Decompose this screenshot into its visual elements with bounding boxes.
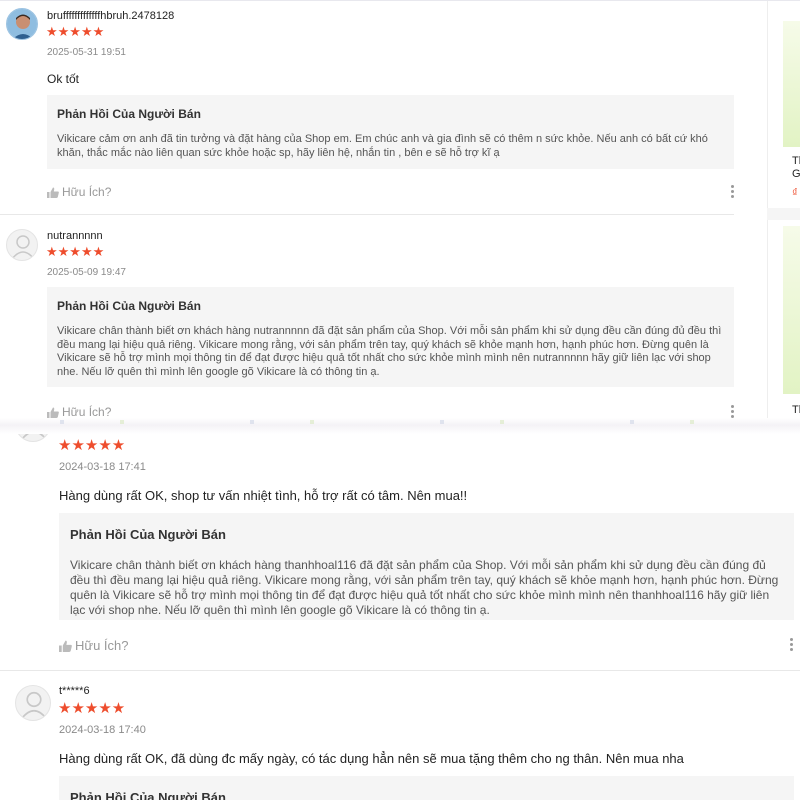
- seller-reply-title: Phản Hồi Của Người Bán: [70, 790, 226, 800]
- sidebar-product-name-line2[interactable]: G: [792, 168, 800, 180]
- review-date: 2024-03-18 17:40: [59, 724, 146, 736]
- helpful-button[interactable]: Hữu Ích?: [47, 405, 111, 419]
- helpful-button[interactable]: Hữu Ích?: [47, 185, 111, 199]
- review-divider: [0, 670, 800, 671]
- review-comment: Ok tốt: [47, 72, 80, 86]
- seller-reply-title: Phản Hồi Của Người Bán: [57, 107, 201, 121]
- thumbs-up-icon: [47, 407, 59, 418]
- seller-reply: Phản Hồi Của Người Bán Vikicare cảm ơn a…: [47, 95, 734, 169]
- seller-reply-text: Vikicare chân thành biết ơn khách hàng t…: [70, 558, 779, 617]
- avatar[interactable]: [15, 685, 51, 721]
- sidebar-product-image[interactable]: [783, 21, 800, 147]
- sidebar-product-image[interactable]: [783, 226, 800, 394]
- review-date: 2025-05-09 19:47: [47, 267, 126, 278]
- default-user-icon: [11, 235, 35, 260]
- sidebar-product-name[interactable]: Th: [792, 404, 800, 416]
- seller-reply: Phản Hồi Của Người Bán: [59, 776, 794, 800]
- star-rating: ★★★★★: [58, 437, 126, 454]
- default-user-icon: [20, 691, 48, 720]
- star-rating: ★★★★★: [46, 244, 105, 259]
- reviewer-username[interactable]: nutrannnnn: [47, 230, 103, 242]
- reviewer-username[interactable]: brufffffffffffffhbruh.2478128: [47, 10, 174, 22]
- seller-reply: Phản Hồi Của Người Bán Vikicare chân thà…: [59, 513, 794, 620]
- avatar[interactable]: [6, 229, 38, 261]
- review-date: 2024-03-18 17:41: [59, 461, 146, 473]
- review-divider: [0, 214, 734, 215]
- more-options-icon[interactable]: [731, 185, 735, 200]
- star-rating: ★★★★★: [58, 700, 126, 717]
- helpful-label: Hữu Ích?: [62, 185, 112, 199]
- helpful-label: Hữu Ích?: [75, 638, 129, 653]
- sidebar-gap: [767, 208, 800, 220]
- sidebar-product-name[interactable]: Th: [792, 155, 800, 167]
- avatar[interactable]: [6, 8, 38, 40]
- helpful-button[interactable]: Hữu Ích?: [59, 638, 129, 653]
- seller-reply-text: Vikicare chân thành biết ơn khách hàng n…: [57, 325, 722, 378]
- sidebar-product-price: ₫: [792, 187, 798, 199]
- thumbs-up-icon: [47, 187, 59, 198]
- star-rating: ★★★★★: [46, 24, 105, 39]
- seller-reply-text: Vikicare cảm ơn anh đã tin tưởng và đặt …: [57, 133, 708, 159]
- seller-reply: Phản Hồi Của Người Bán Vikicare chân thà…: [47, 287, 734, 387]
- helpful-label: Hữu Ích?: [62, 405, 112, 419]
- review-comment: Hàng dùng rất OK, đã dùng đc mấy ngày, c…: [59, 751, 684, 766]
- more-options-icon[interactable]: [790, 638, 794, 653]
- review-list-bottom: ★★★★★ 2024-03-18 17:41 Hàng dùng rất OK,…: [0, 420, 800, 800]
- seller-reply-title: Phản Hồi Của Người Bán: [57, 299, 201, 313]
- screenshot-seam-strip: [0, 420, 800, 424]
- review-list-top: brufffffffffffffhbruh.2478128 ★★★★★ 2025…: [0, 0, 800, 420]
- user-photo-icon: [7, 9, 37, 39]
- seller-reply-title: Phản Hồi Của Người Bán: [70, 527, 226, 542]
- review-date: 2025-05-31 19:51: [47, 47, 126, 58]
- reviewer-username[interactable]: t*****6: [59, 685, 90, 697]
- review-comment: Hàng dùng rất OK, shop tư vấn nhiệt tình…: [59, 488, 468, 503]
- thumbs-up-icon: [59, 640, 72, 652]
